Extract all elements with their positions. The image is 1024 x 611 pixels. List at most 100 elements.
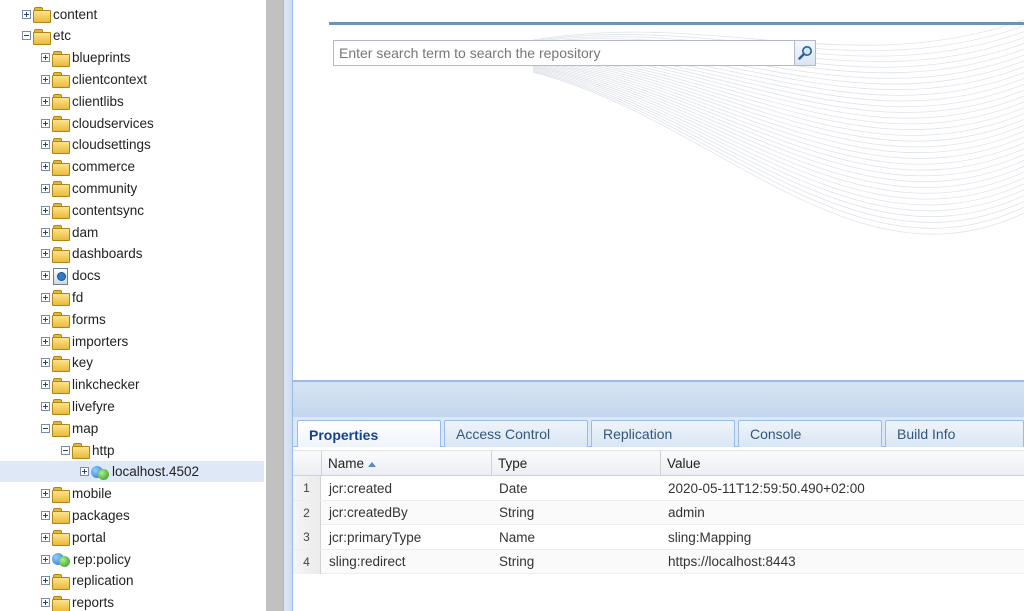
property-name: jcr:created [329, 480, 393, 496]
tree-node-rep-policy[interactable]: rep:policy [41, 549, 131, 570]
expand-icon[interactable] [41, 118, 50, 128]
expand-icon[interactable] [41, 598, 50, 608]
tree-node-label: portal [72, 529, 106, 545]
expand-icon[interactable] [41, 292, 50, 302]
tree-node-label: docs [72, 268, 101, 284]
expand-icon[interactable] [41, 271, 50, 281]
tree-node-localhost-4502[interactable]: localhost.4502 [0, 461, 264, 483]
column-label: Type [498, 456, 528, 471]
expand-icon[interactable] [41, 314, 50, 324]
collapse-icon[interactable] [41, 423, 50, 433]
row-number: 3 [293, 525, 321, 549]
expand-icon[interactable] [41, 53, 50, 63]
expand-icon[interactable] [41, 96, 50, 106]
expand-icon[interactable] [41, 532, 50, 542]
search-button[interactable] [794, 41, 815, 65]
tree-node-label: reports [72, 595, 115, 611]
expand-icon[interactable] [41, 336, 50, 346]
expand-icon[interactable] [41, 401, 50, 411]
expand-icon[interactable] [41, 183, 50, 193]
tree-node-blueprints[interactable]: blueprints [41, 47, 131, 68]
expand-icon[interactable] [41, 140, 50, 150]
expand-icon[interactable] [41, 227, 50, 237]
expand-icon[interactable] [41, 380, 50, 390]
tree-node-importers[interactable]: importers [41, 331, 128, 352]
expand-icon[interactable] [22, 9, 31, 19]
tree-node-label: dashboards [72, 246, 143, 262]
row-number: 4 [293, 549, 321, 574]
folder-icon [52, 530, 70, 547]
tree-node-label: content [53, 6, 98, 22]
table-row[interactable]: 1 jcr:created Date 2020-05-11T12:59:50.4… [293, 476, 1024, 501]
expand-icon[interactable] [41, 554, 50, 564]
tree-node-content[interactable]: content [22, 4, 97, 25]
column-header-type[interactable]: Type [491, 451, 660, 476]
tree-node-fd[interactable]: fd [41, 287, 83, 308]
tree-node-replication[interactable]: replication [41, 570, 134, 591]
tab-label: Properties [309, 426, 379, 443]
tab-label: Access Control [456, 426, 551, 442]
tree-node-key[interactable]: key [41, 352, 93, 373]
tree-node-clientcontext[interactable]: clientcontext [41, 69, 147, 90]
tree-node-linkchecker[interactable]: linkchecker [41, 374, 140, 395]
table-row[interactable]: 4 sling:redirect String https://localhos… [293, 549, 1024, 574]
tab-properties[interactable]: Properties [297, 420, 441, 448]
folder-icon [52, 355, 70, 372]
tree-scrollbar[interactable] [266, 0, 283, 611]
tree-node-cloudservices[interactable]: cloudservices [41, 113, 154, 134]
tree-node-etc[interactable]: etc [22, 25, 71, 46]
expand-icon[interactable] [80, 467, 89, 477]
tab-label: Console [750, 426, 802, 442]
expand-icon[interactable] [41, 576, 50, 586]
expand-icon[interactable] [41, 489, 50, 499]
column-header-name[interactable]: Name [321, 451, 491, 476]
tree-node-commerce[interactable]: commerce [41, 156, 135, 177]
tree-node-community[interactable]: community [41, 178, 137, 199]
expand-icon[interactable] [41, 249, 50, 259]
search-panel [293, 0, 1024, 381]
search-header-line [329, 22, 1024, 25]
tree-node-map[interactable]: map [41, 418, 98, 439]
tree-node-mobile[interactable]: mobile [41, 483, 112, 504]
expand-icon[interactable] [41, 358, 50, 368]
table-row[interactable]: 2 jcr:createdBy String admin [293, 500, 1024, 525]
panel-splitter[interactable] [283, 0, 293, 611]
tree-node-label: fd [72, 289, 84, 305]
collapse-icon[interactable] [61, 445, 70, 455]
tree-node-docs[interactable]: docs [41, 265, 101, 286]
expand-icon[interactable] [41, 74, 50, 84]
tab-replication[interactable]: Replication [591, 420, 735, 447]
tree-node-livefyre[interactable]: livefyre [41, 396, 115, 417]
collapse-icon[interactable] [22, 31, 31, 41]
tree-node-label: clientcontext [72, 71, 148, 87]
property-type: Name [499, 529, 536, 545]
tree-node-http[interactable]: http [61, 440, 115, 461]
tree-node-label: map [72, 420, 99, 436]
expand-icon[interactable] [41, 162, 50, 172]
property-type: String [499, 505, 535, 520]
tree-node-forms[interactable]: forms [41, 309, 106, 330]
column-label: Name [328, 456, 365, 471]
tab-build-info[interactable]: Build Info [885, 420, 1024, 447]
tree-node-clientlibs[interactable]: clientlibs [41, 91, 124, 112]
search-icon [798, 46, 812, 60]
search-input[interactable] [334, 41, 794, 65]
tree-node-portal[interactable]: portal [41, 527, 106, 548]
expand-icon[interactable] [41, 510, 50, 520]
folder-icon [52, 116, 70, 132]
tree-node-reports[interactable]: reports [41, 592, 114, 611]
folder-icon [52, 203, 70, 220]
table-row[interactable]: 3 jcr:primaryType Name sling:Mapping [293, 525, 1024, 550]
tree-node-contentsync[interactable]: contentsync [41, 200, 144, 221]
column-header-value[interactable]: Value [660, 451, 1024, 476]
folder-icon [52, 94, 70, 111]
tree-node-dashboards[interactable]: dashboards [41, 243, 143, 264]
tab-access-control[interactable]: Access Control [444, 420, 588, 447]
folder-icon [33, 7, 51, 23]
tree-node-dam[interactable]: dam [41, 222, 98, 243]
tab-console[interactable]: Console [738, 420, 882, 447]
tree-node-packages[interactable]: packages [41, 505, 130, 526]
expand-icon[interactable] [41, 205, 50, 215]
tree-node-cloudsettings[interactable]: cloudsettings [41, 134, 151, 155]
folder-icon [52, 290, 70, 307]
